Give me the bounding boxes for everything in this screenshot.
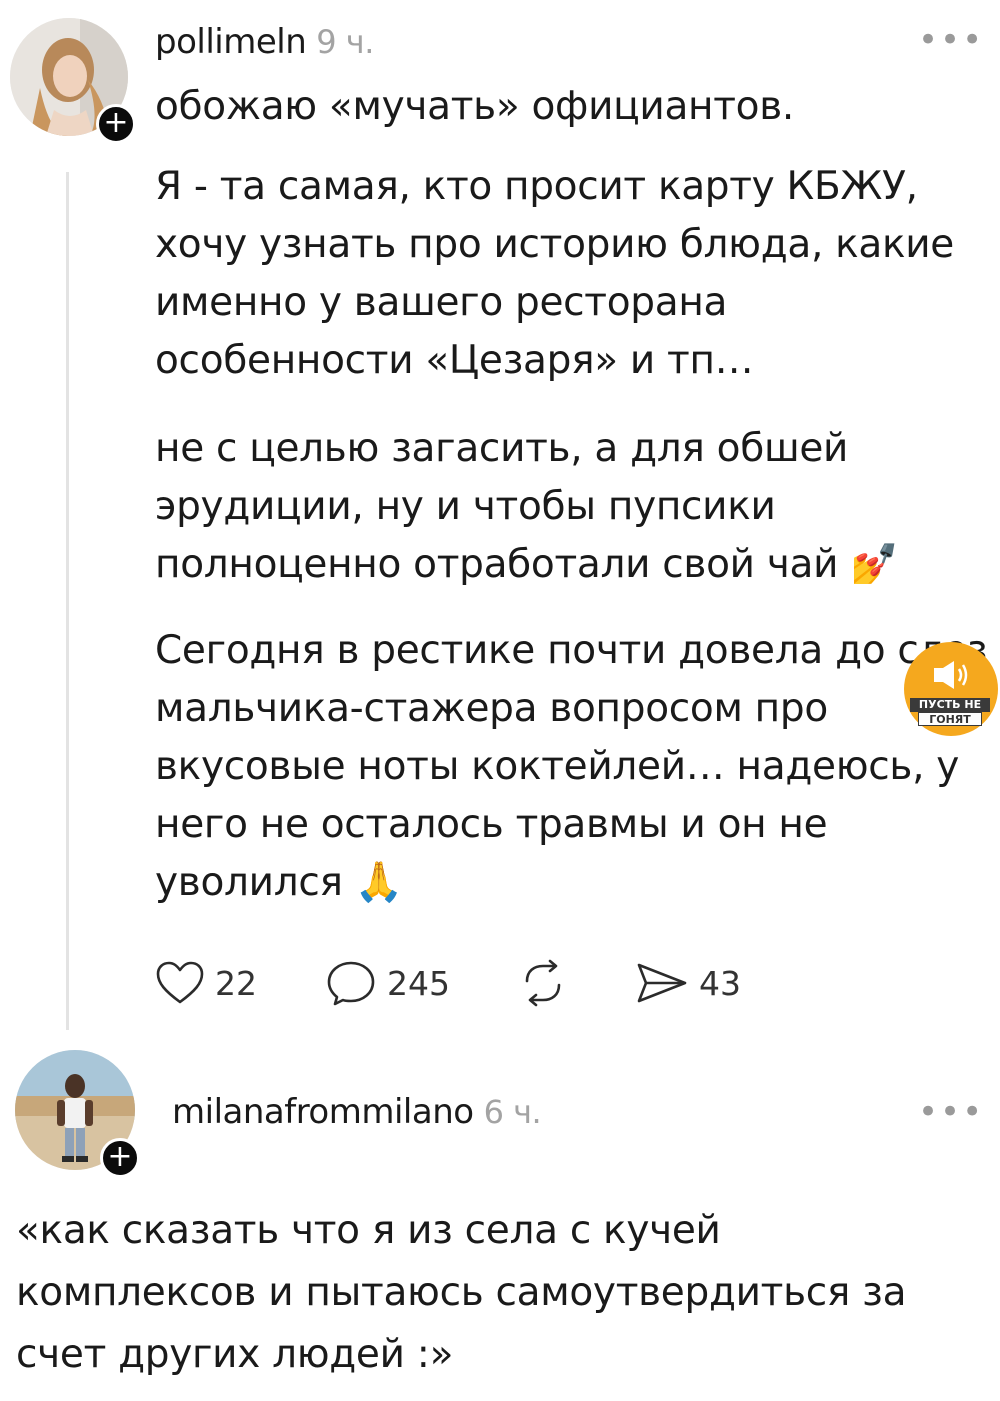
repost-button[interactable]	[517, 955, 569, 1011]
username[interactable]: pollimeln 9 ч.	[155, 22, 374, 62]
watermark-line1: ПУСТЬ НЕ	[910, 698, 990, 712]
post-milanafrommilano: + milanafrommilano 6 ч. ••• «как сказать …	[0, 1030, 1000, 1401]
follow-plus-icon[interactable]: +	[100, 1138, 140, 1178]
post-paragraph-2: не с целью загасить, а для обшей эрудици…	[155, 426, 899, 587]
post-pollimeln: + pollimeln 9 ч. ••• обожаю «мучать» офиц…	[0, 0, 1000, 1030]
post-paragraph-1: Я - та самая, кто просит карту КБЖУ, хоч…	[155, 164, 955, 383]
watermark-line2: ГОНЯТ	[918, 712, 982, 726]
username[interactable]: milanafrommilano 6 ч.	[172, 1092, 542, 1132]
timestamp: 6 ч.	[483, 1093, 542, 1131]
comment-button[interactable]: 245	[325, 955, 450, 1011]
reply-text: «как сказать что я из села с кучей компл…	[16, 1208, 907, 1377]
post-paragraph-3: Сегодня в рестике почти довела до слез м…	[155, 628, 988, 905]
comment-count: 245	[387, 963, 450, 1003]
more-options-icon[interactable]: •••	[918, 1095, 984, 1129]
share-count: 43	[699, 963, 741, 1003]
heart-icon	[156, 961, 204, 1004]
more-options-icon[interactable]: •••	[918, 23, 984, 57]
username-label[interactable]: pollimeln	[155, 22, 307, 62]
speaker-icon	[934, 661, 968, 689]
post-actions: 22 245 43	[155, 955, 855, 1011]
share-icon	[637, 963, 687, 1003]
share-button[interactable]: 43	[635, 955, 741, 1011]
comment-icon	[327, 961, 375, 1006]
thread-line	[66, 172, 69, 1030]
follow-plus-icon[interactable]: +	[96, 104, 136, 144]
like-button[interactable]: 22	[155, 955, 257, 1011]
timestamp: 9 ч.	[316, 23, 374, 61]
watermark-badge: ПУСТЬ НЕ ГОНЯТ	[904, 642, 998, 736]
like-count: 22	[215, 963, 257, 1003]
post-title-text: обожаю «мучать» официантов.	[155, 84, 794, 129]
repost-icon	[525, 959, 561, 1007]
username-label[interactable]: milanafrommilano	[172, 1092, 474, 1132]
